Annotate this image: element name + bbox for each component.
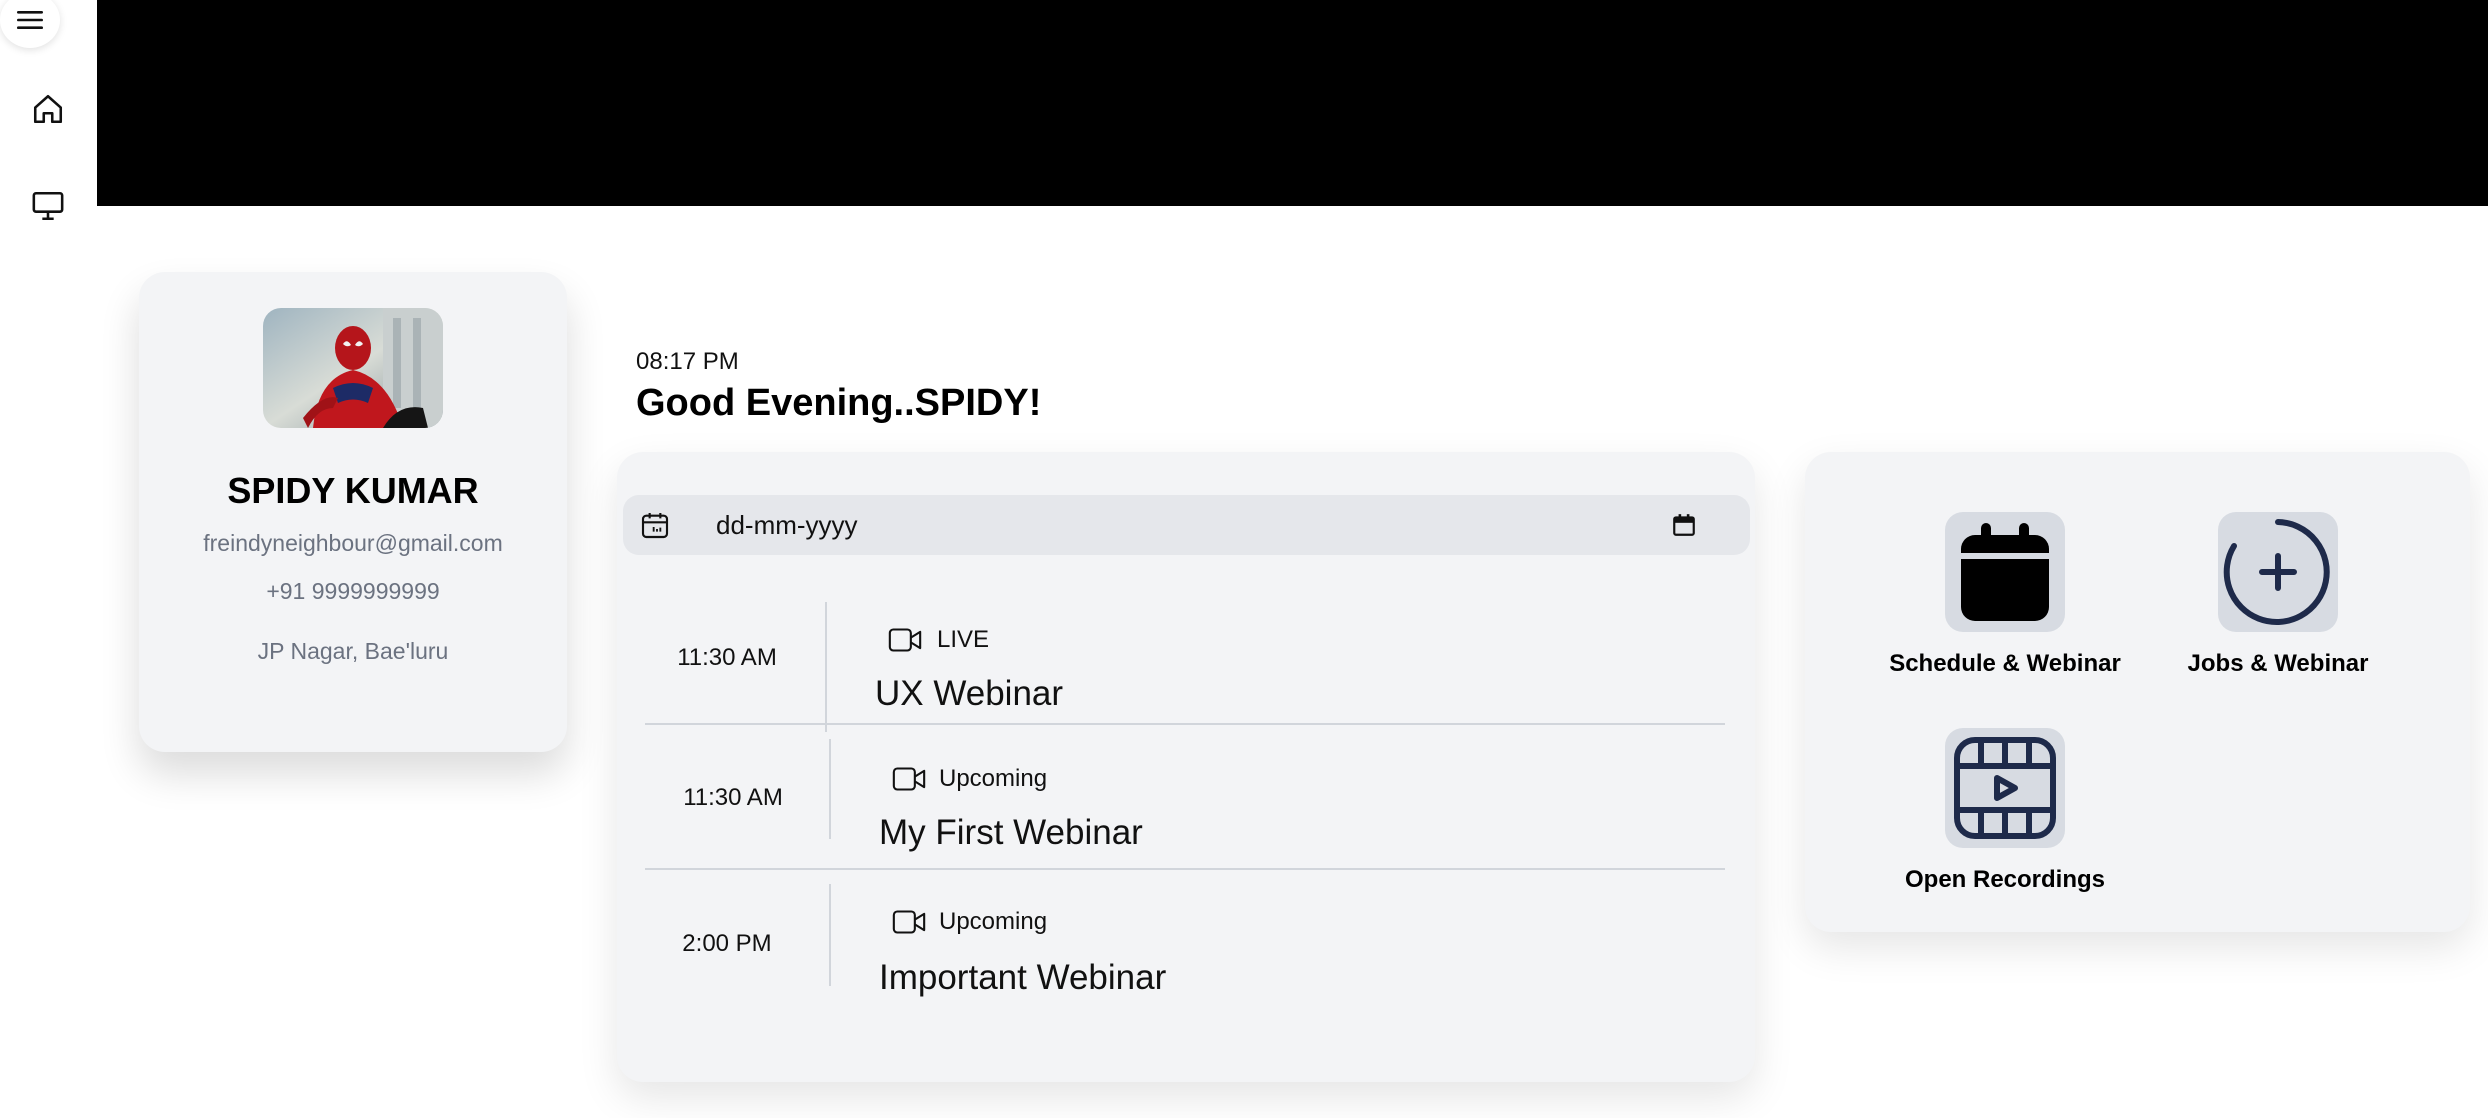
menu-icon [17,11,43,29]
webinar-status: Upcoming [939,765,1048,792]
calendar-small-icon [641,513,669,539]
date-input[interactable]: dd-mm-yyyy [623,495,1750,555]
date-picker-icon[interactable] [1671,512,1697,538]
plus-circle-icon [2223,519,2330,625]
recordings-tile [1945,728,2065,848]
webinar-time: 11:30 AM [677,644,777,671]
row-divider [645,868,1725,870]
webinar-title: UX Webinar [875,674,1064,713]
sidebar [0,0,97,1118]
greeting-title: Good Evening..SPIDY! [636,382,1042,424]
video-camera-icon [892,910,926,934]
video-camera-icon [892,767,926,791]
open-recordings-button[interactable]: Open Recordings [1865,728,2145,894]
webinar-row[interactable]: 11:30 AM Upcoming My First Webinar [645,739,1725,882]
webinar-panel: dd-mm-yyyy 11:30 AM LIVE UX Webinar 11:3… [617,452,1755,1082]
current-time: 08:17 PM [636,348,739,375]
home-icon [33,94,63,124]
schedule-tile [1945,512,2065,632]
profile-name: SPIDY KUMAR [227,470,479,511]
webinar-title: My First Webinar [879,813,1143,852]
profile-email: freindyneighbour@gmail.com [203,530,503,556]
jobs-tile [2218,512,2338,632]
calendar-icon [1961,523,2049,621]
menu-button[interactable] [0,0,60,48]
film-play-icon [1954,737,2056,839]
webinar-title: Important Webinar [879,958,1167,997]
webinar-row[interactable]: 2:00 PM Upcoming Important Webinar [645,884,1725,1027]
profile-card: SPIDY KUMAR freindyneighbour@gmail.com +… [139,272,567,752]
schedule-webinar-button[interactable]: Schedule & Webinar [1865,512,2145,678]
jobs-webinar-label: Jobs & Webinar [2187,650,2369,677]
row-divider-vertical [829,739,831,839]
header-banner [97,0,2488,206]
dashboard-page: SPIDY KUMAR freindyneighbour@gmail.com +… [0,0,2488,1118]
webinar-status: Upcoming [939,908,1048,935]
webinar-time: 2:00 PM [682,930,772,957]
jobs-webinar-button[interactable]: Jobs & Webinar [2138,512,2418,678]
profile-phone: +91 9999999999 [266,578,440,604]
profile-location: JP Nagar, Bae'luru [257,638,449,664]
row-divider [645,723,1725,725]
monitor-nav-button[interactable] [28,186,68,226]
quick-actions-card: Schedule & Webinar Jobs & Webinar Open R… [1805,452,2470,932]
date-input-value: dd-mm-yyyy [716,510,858,540]
monitor-icon [32,191,64,221]
webinar-row[interactable]: 11:30 AM LIVE UX Webinar [645,602,1725,737]
home-nav-button[interactable] [28,89,68,129]
video-camera-icon [888,628,922,652]
webinar-status: LIVE [937,626,990,653]
avatar [263,308,443,428]
row-divider-vertical [829,884,831,986]
schedule-webinar-label: Schedule & Webinar [1889,650,2121,677]
webinar-time: 11:30 AM [683,784,783,811]
row-divider-vertical [825,602,827,732]
open-recordings-label: Open Recordings [1904,866,2106,893]
